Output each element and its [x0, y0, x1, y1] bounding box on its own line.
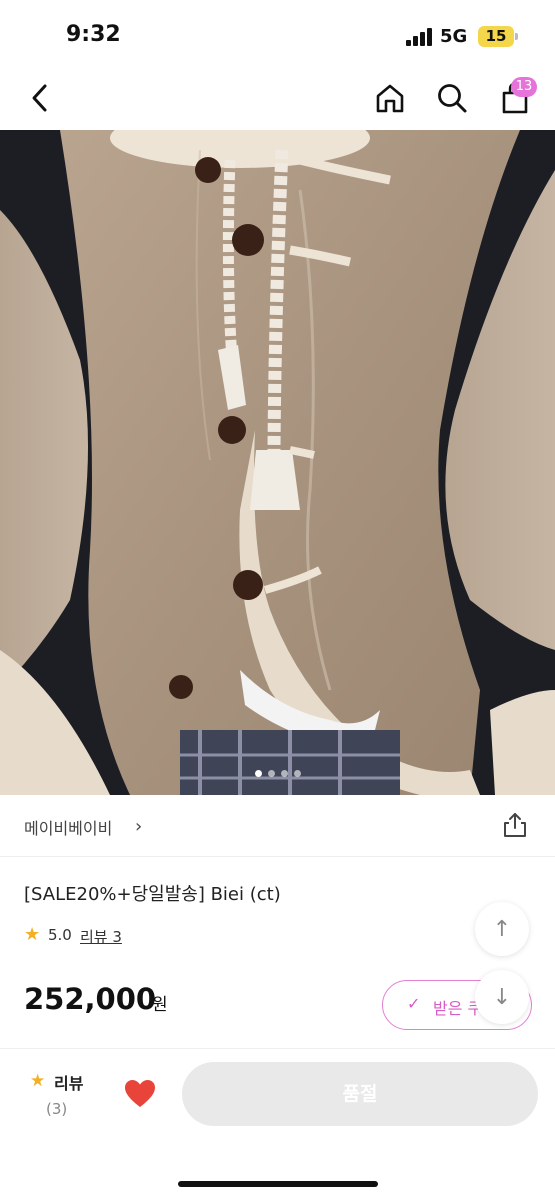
divider — [0, 856, 555, 857]
back-button[interactable] — [22, 80, 58, 116]
gallery-dot[interactable] — [293, 770, 301, 777]
wishlist-button[interactable] — [124, 1079, 156, 1109]
status-time: 9:32 — [66, 22, 121, 47]
gallery-dot[interactable] — [254, 770, 262, 777]
bottom-review-label[interactable]: 리뷰 — [54, 1070, 83, 1094]
arrow-down-icon: ↓ — [492, 984, 512, 1010]
scroll-up-button[interactable]: ↑ — [475, 902, 529, 956]
price-currency: 원 — [152, 995, 168, 1015]
signal-icon — [406, 28, 434, 46]
product-image[interactable] — [0, 130, 555, 795]
network-type: 5G — [440, 26, 468, 47]
price-value: 252,000 — [24, 982, 157, 1016]
heart-icon — [125, 1080, 155, 1107]
rating-value: 5.0 — [48, 926, 72, 944]
star-icon: ★ — [30, 1071, 46, 1091]
jacket-photo — [0, 130, 555, 795]
review-link[interactable]: 리뷰 3 — [80, 926, 122, 947]
battery-tip — [515, 33, 518, 40]
check-icon: ✓ — [407, 994, 421, 1013]
share-icon — [504, 813, 526, 837]
scroll-down-button[interactable]: ↓ — [475, 970, 529, 1024]
home-indicator — [178, 1181, 378, 1187]
cart-count-badge: 13 — [511, 77, 537, 97]
shop-name-link[interactable]: 메이비베이비 — [24, 815, 112, 839]
bottom-review-count[interactable]: (3) — [46, 1100, 67, 1118]
chevron-right-icon[interactable]: › — [135, 816, 142, 837]
home-icon — [376, 84, 404, 113]
search-button[interactable] — [434, 80, 470, 116]
battery-icon: 15 — [478, 26, 514, 47]
share-button[interactable] — [500, 810, 530, 840]
search-icon — [438, 84, 467, 113]
star-icon: ★ — [24, 924, 41, 945]
product-title: [SALE20%+당일발송] Biei (ct) — [24, 884, 281, 905]
home-button[interactable] — [372, 80, 408, 116]
gallery-dot[interactable] — [280, 770, 288, 777]
sold-out-button[interactable]: 품절 — [182, 1062, 538, 1126]
chevron-left-icon — [32, 84, 47, 112]
gallery-pagination[interactable] — [0, 770, 555, 782]
gallery-dot[interactable] — [267, 770, 275, 777]
arrow-up-icon: ↑ — [492, 916, 512, 942]
bottom-bar-divider — [0, 1048, 555, 1049]
